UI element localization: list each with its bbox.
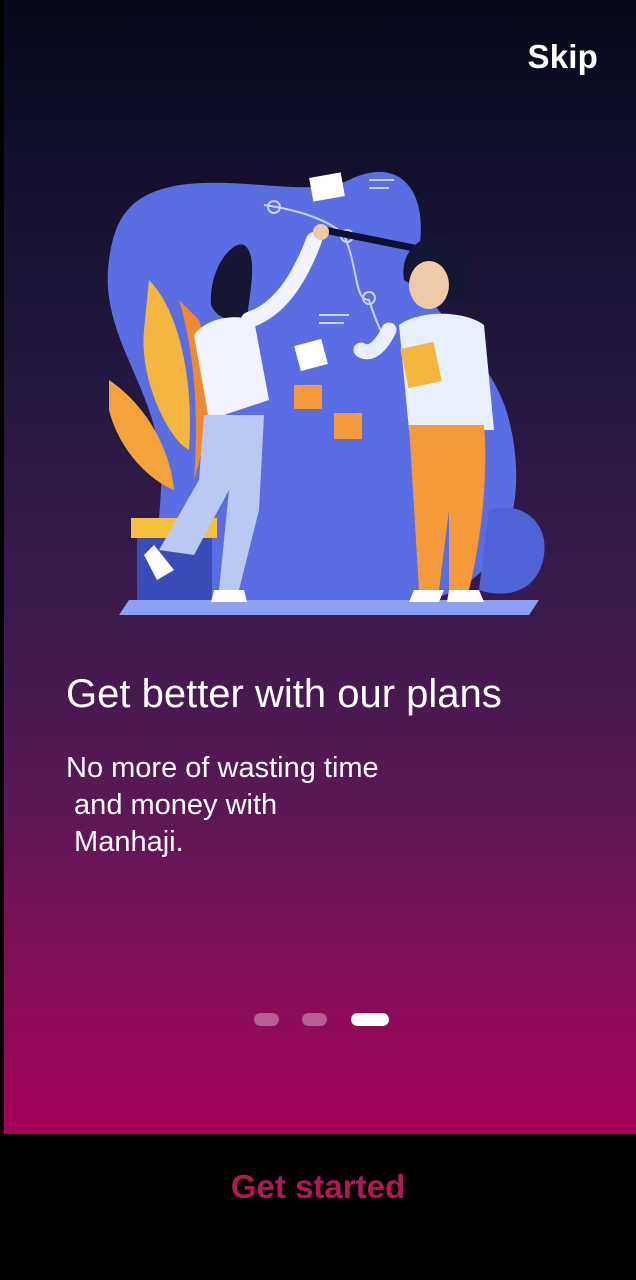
skip-button[interactable]: Skip (528, 38, 599, 76)
team-planning-illustration (107, 171, 545, 615)
page-dot-2[interactable] (302, 1013, 327, 1026)
page-dot-1[interactable] (254, 1013, 279, 1026)
onboarding-screen: Skip Get better with our plans No more o… (4, 0, 636, 1134)
get-started-button[interactable]: Get started (0, 1168, 636, 1206)
bottom-bar (0, 1134, 636, 1280)
description-line: No more of wasting time (66, 752, 379, 784)
onboarding-description: No more of wasting time and money with M… (66, 750, 446, 861)
description-line: and money with (66, 789, 278, 821)
page-dot-3-active[interactable] (351, 1013, 389, 1026)
onboarding-title: Get better with our plans (66, 672, 502, 716)
description-line: Manhaji. (66, 826, 184, 858)
